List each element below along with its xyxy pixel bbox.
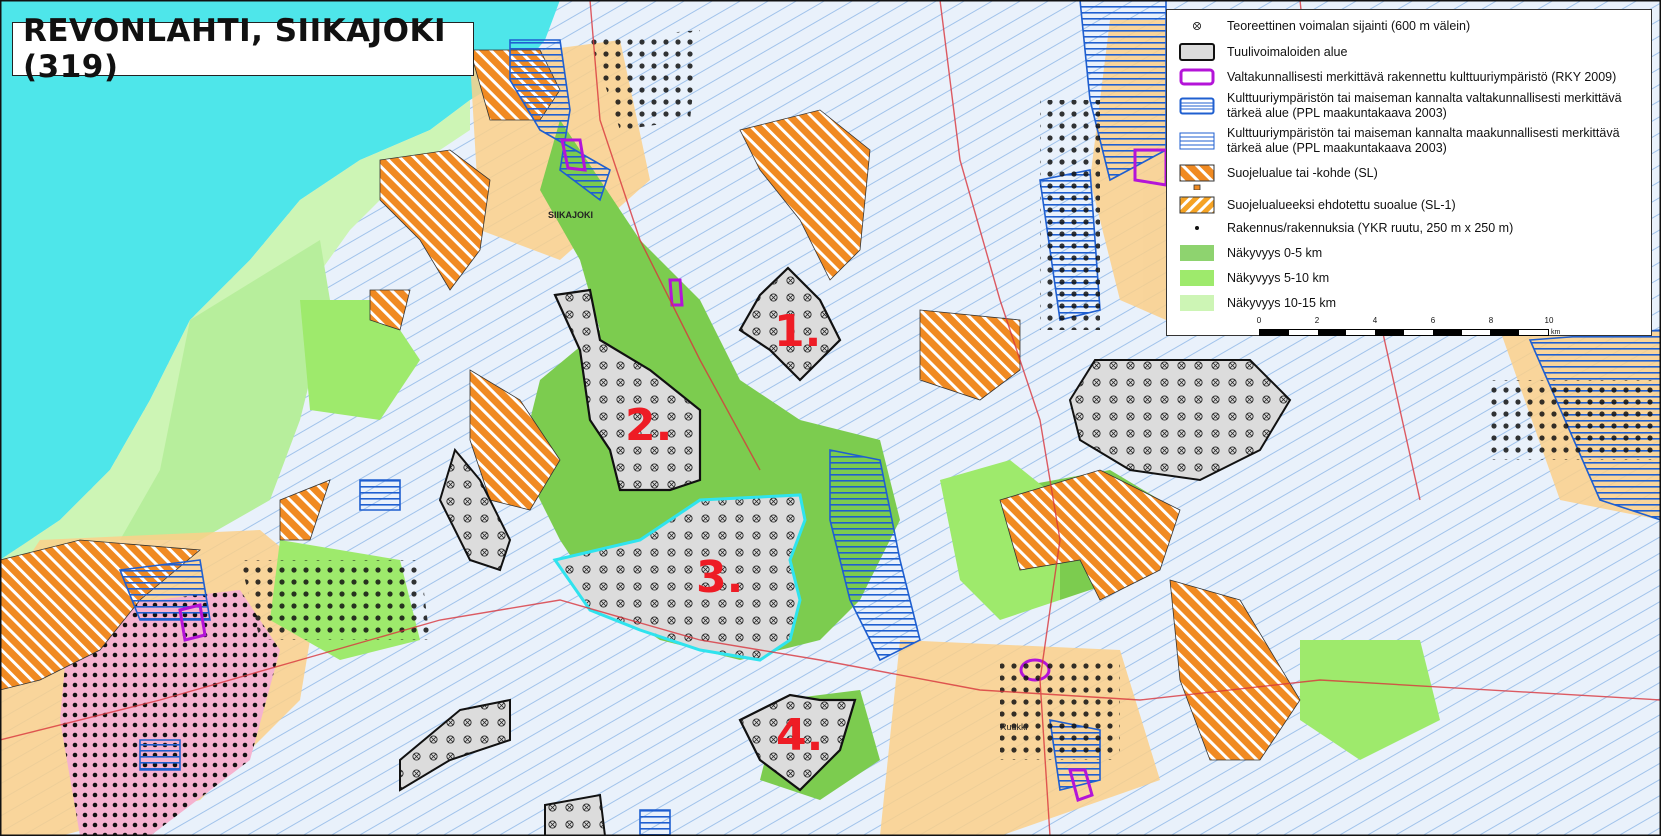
legend-item-national-culture: Kulttuuriympäristön tai maiseman kannalt… <box>1167 90 1651 122</box>
map-title: REVONLAHTI, SIIKAJOKI (319) <box>23 13 447 85</box>
scale-tick: 4 <box>1372 316 1378 325</box>
legend-item-building: Rakennus/rakennuksia (YKR ruutu, 250 m x… <box>1167 218 1651 238</box>
legend-item-vis-5-10: Näkyvyys 5-10 km <box>1167 268 1651 288</box>
place-name-siikajoki: SIIKAJOKI <box>548 210 593 220</box>
regional-culture-symbol-icon <box>1179 132 1215 150</box>
protection-symbol-icon <box>1179 164 1215 191</box>
legend-label-national-culture: Kulttuuriympäristön tai maiseman kannalt… <box>1227 91 1622 120</box>
legend-label-regional-culture: Kulttuuriympäristön tai maiseman kannalt… <box>1227 126 1620 155</box>
legend-item-vis-0-5: Näkyvyys 0-5 km <box>1167 243 1651 263</box>
scale-bar-segments <box>1259 329 1549 336</box>
legend-label-building: Rakennus/rakennuksia (YKR ruutu, 250 m x… <box>1227 220 1514 235</box>
scale-tick: 6 <box>1430 316 1436 325</box>
legend-label-rky: Valtakunnallisesti merkittävä rakennettu… <box>1227 69 1617 84</box>
legend-item-proposed-protection: Suojelualueeksi ehdotettu suoalue (SL-1) <box>1167 194 1651 216</box>
turbine-symbol-icon <box>1192 21 1202 31</box>
wind-area-symbol-icon <box>1179 43 1215 61</box>
map-title-box: REVONLAHTI, SIIKAJOKI (319) <box>12 13 474 85</box>
scale-tick-labels: 0 2 4 6 8 10 <box>1256 316 1559 328</box>
visibility-0-5-swatch-icon <box>1180 245 1214 261</box>
rky-symbol-icon <box>1179 68 1215 86</box>
legend-item-rky: Valtakunnallisesti merkittävä rakennettu… <box>1167 66 1651 88</box>
wind-area-label-2: 2. <box>625 400 673 451</box>
scale-bar: 0 2 4 6 8 10 km <box>1256 316 1561 336</box>
wind-area-label-3: 3. <box>696 552 744 603</box>
building-dot-icon <box>1195 226 1199 230</box>
legend-label-vis-0-5: Näkyvyys 0-5 km <box>1227 245 1323 260</box>
legend-label-wind-area: Tuulivoimaloiden alue <box>1227 44 1348 59</box>
legend-label-vis-5-10: Näkyvyys 5-10 km <box>1227 270 1330 285</box>
visibility-10-15-swatch-icon <box>1180 295 1214 311</box>
national-culture-symbol-icon <box>1179 97 1215 115</box>
legend-item-regional-culture: Kulttuuriympäristön tai maiseman kannalt… <box>1167 125 1651 157</box>
scale-tick: 2 <box>1314 316 1320 325</box>
legend-label-turbine: Teoreettinen voimalan sijainti (600 m vä… <box>1227 18 1471 33</box>
legend-label-protection: Suojelualue tai -kohde (SL) <box>1227 165 1378 180</box>
visibility-5-10-swatch-icon <box>1180 270 1214 286</box>
legend-item-turbine: Teoreettinen voimalan sijainti (600 m vä… <box>1167 16 1651 36</box>
wind-area-label-4: 4. <box>776 710 824 761</box>
scale-tick: 0 <box>1256 316 1262 325</box>
map-legend: Teoreettinen voimalan sijainti (600 m vä… <box>1166 9 1652 336</box>
legend-label-proposed-protection: Suojelualueeksi ehdotettu suoalue (SL-1) <box>1227 197 1456 212</box>
scale-tick: 10 <box>1544 316 1554 325</box>
wind-area-label-1: 1. <box>774 306 822 357</box>
scale-unit: km <box>1551 329 1561 336</box>
proposed-protection-symbol-icon <box>1179 196 1215 214</box>
scale-tick: 8 <box>1488 316 1494 325</box>
place-name-ruukki: Ruukki <box>1000 722 1028 732</box>
legend-item-protection: Suojelualue tai -kohde (SL) <box>1167 161 1651 191</box>
legend-label-vis-10-15: Näkyvyys 10-15 km <box>1227 295 1337 310</box>
legend-item-vis-10-15: Näkyvyys 10-15 km <box>1167 293 1651 313</box>
legend-item-wind-area: Tuulivoimaloiden alue <box>1167 41 1651 63</box>
